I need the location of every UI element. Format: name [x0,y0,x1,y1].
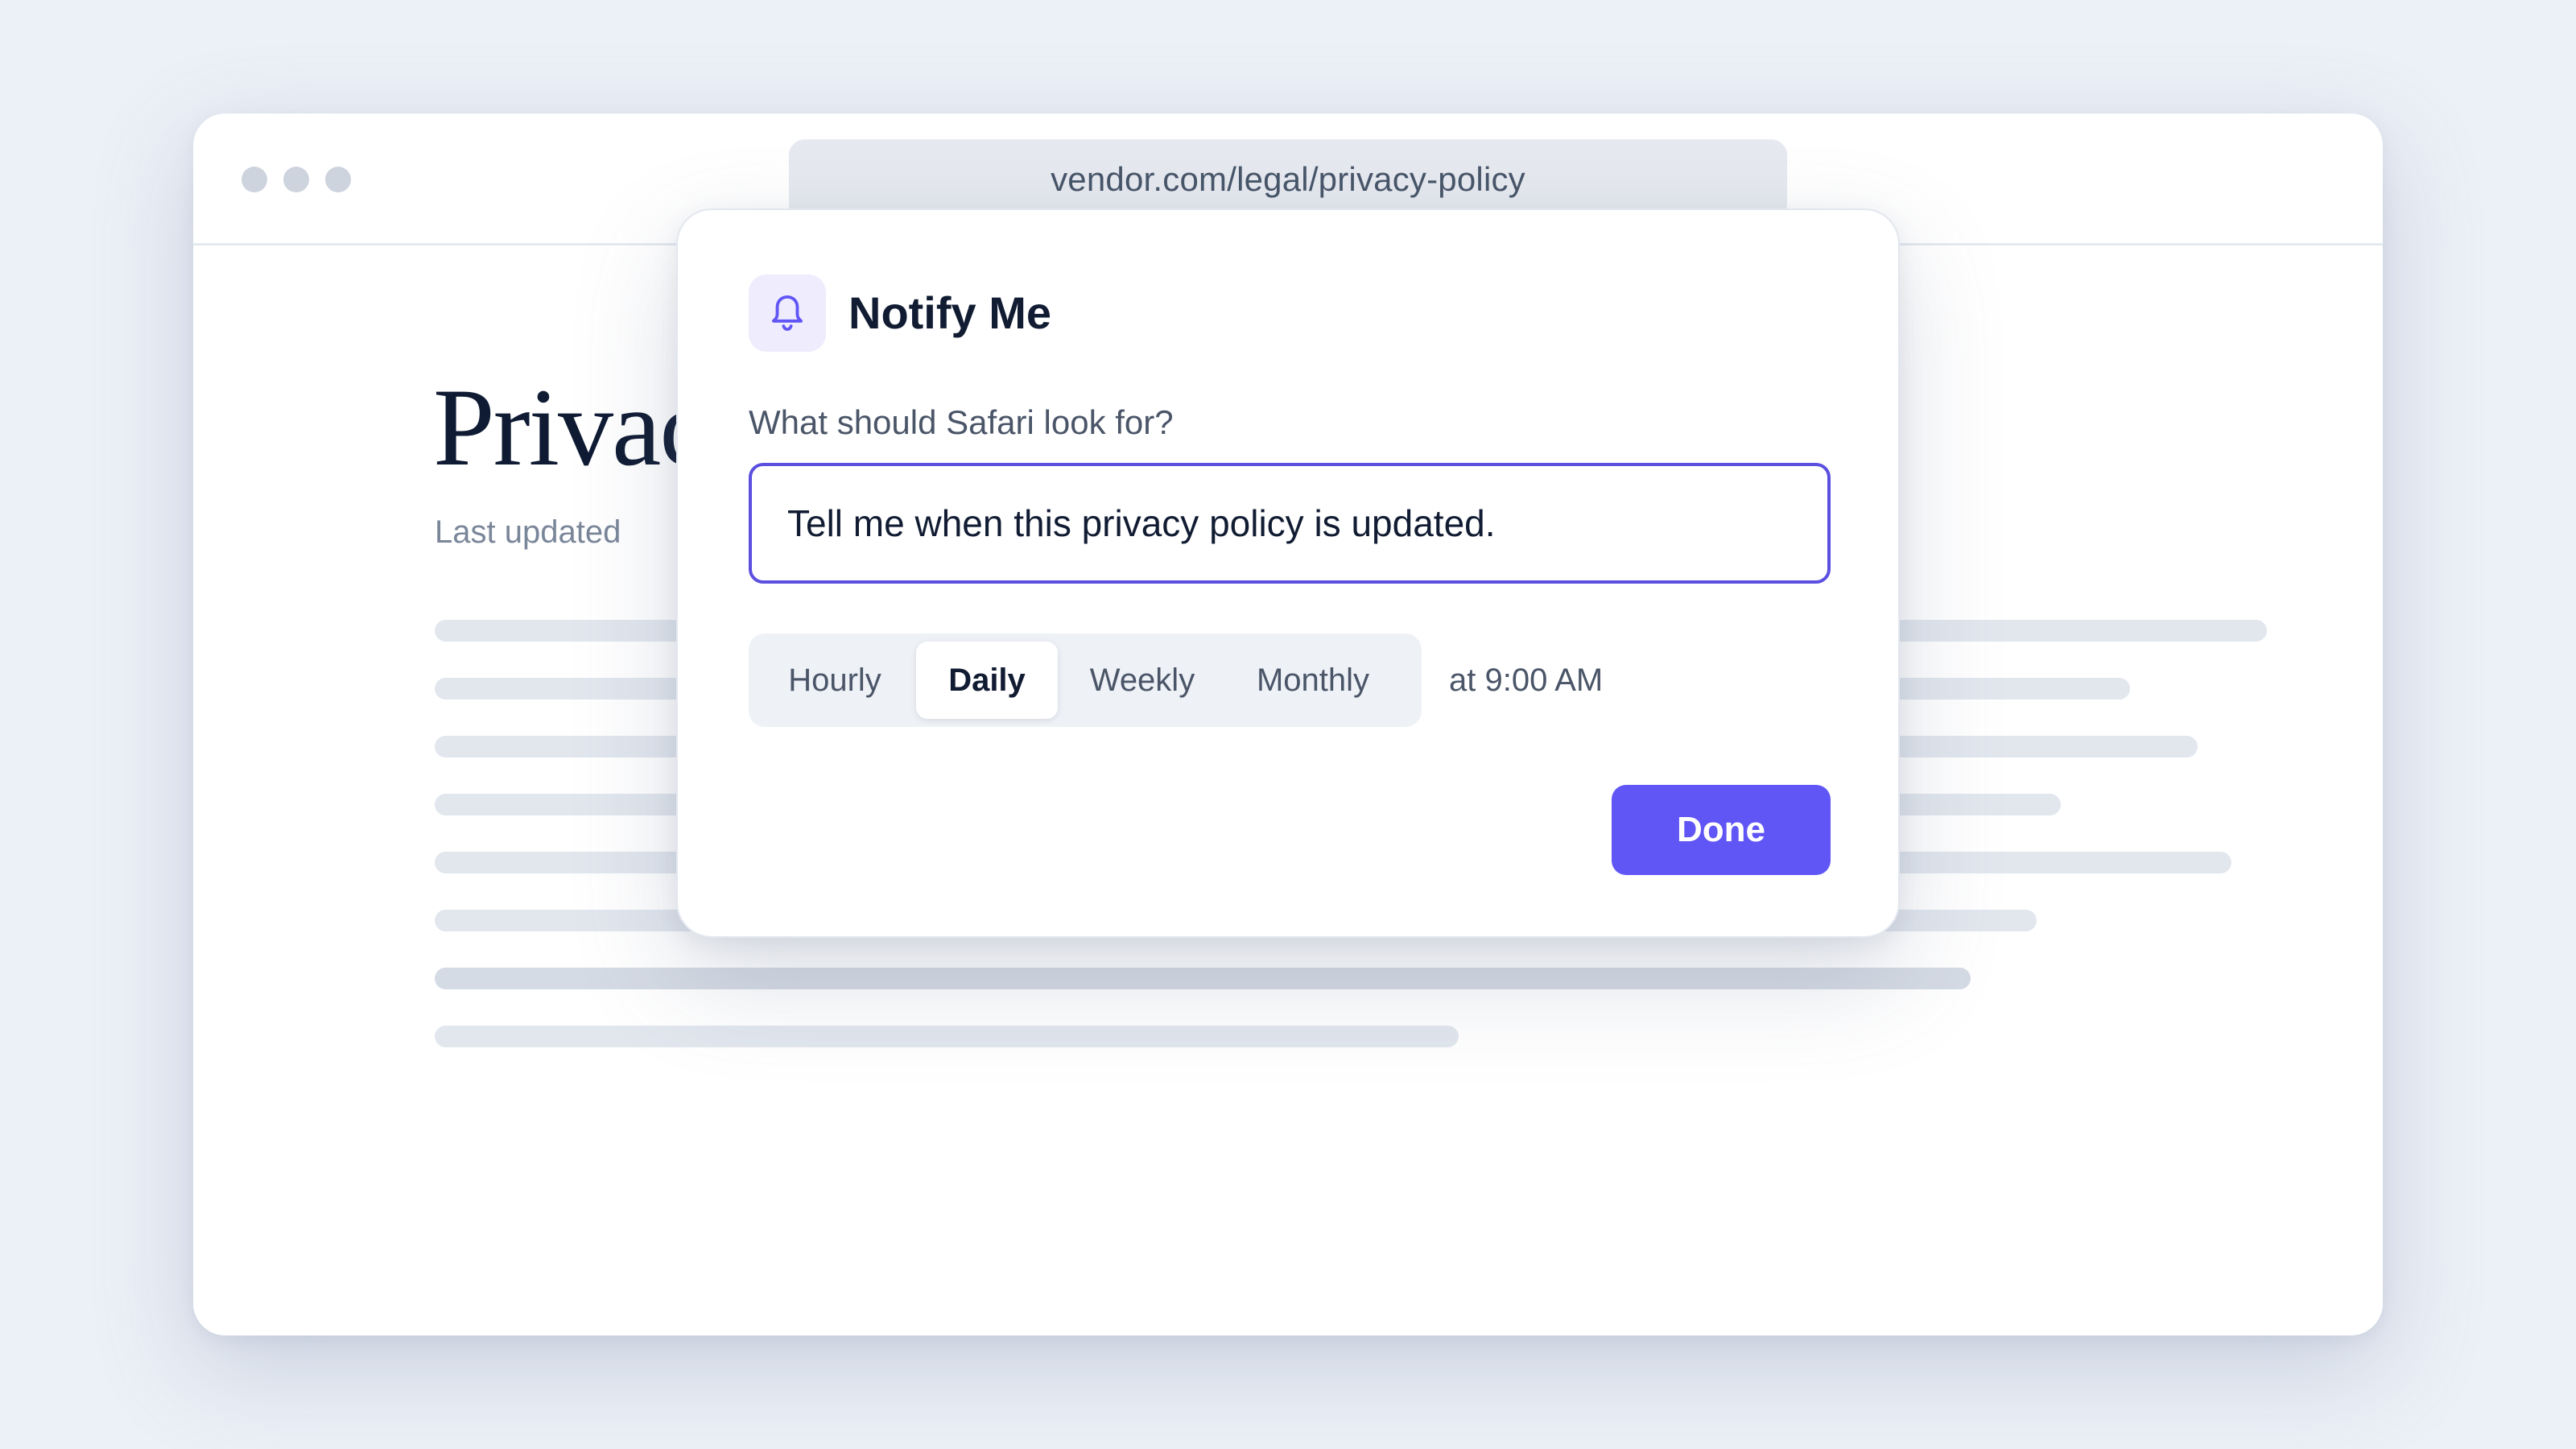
window-dot-zoom[interactable] [325,167,351,192]
address-bar-url: vendor.com/legal/privacy-policy [1051,160,1525,198]
notify-me-dialog: Notify Me What should Safari look for? H… [676,208,1900,938]
query-input[interactable] [749,463,1831,584]
bell-icon [749,275,826,352]
window-dot-minimize[interactable] [283,167,309,192]
window-dot-close[interactable] [242,167,267,192]
dialog-title: Notify Me [848,287,1051,338]
done-button[interactable]: Done [1612,785,1831,875]
frequency-segmented-control: Hourly Daily Weekly Monthly [749,634,1422,727]
frequency-option-daily[interactable]: Daily [916,642,1058,719]
query-field-label: What should Safari look for? [749,403,1174,441]
placeholder-text-line [435,1026,1459,1047]
frequency-option-weekly[interactable]: Weekly [1077,642,1208,719]
frequency-option-hourly[interactable]: Hourly [773,642,897,719]
address-bar[interactable]: vendor.com/legal/privacy-policy [789,139,1787,220]
frequency-option-monthly[interactable]: Monthly [1230,642,1396,719]
notify-time[interactable]: at 9:00 AM [1449,658,1603,703]
last-updated-text: Last updated [435,514,621,550]
placeholder-text-line [435,968,1971,989]
